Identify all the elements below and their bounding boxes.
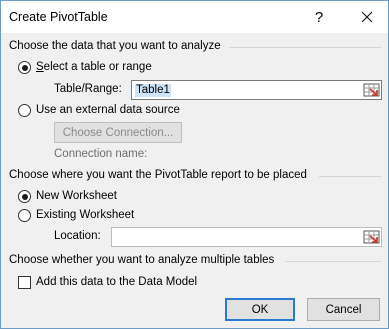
choose-connection-button: Choose Connection... — [54, 122, 182, 143]
location-label: Location: — [54, 230, 101, 242]
table-range-value: Table1 — [135, 84, 171, 97]
range-selector-icon[interactable] — [363, 82, 380, 98]
new-worksheet-radio[interactable] — [18, 190, 31, 203]
select-table-label-text: elect a table or range — [43, 61, 152, 73]
placement-section-heading: Choose where you want the PivotTable rep… — [9, 169, 307, 181]
placement-section-divider — [319, 176, 381, 177]
help-button[interactable]: ? — [301, 3, 337, 31]
source-section-heading: Choose the data that you want to analyze — [9, 40, 221, 52]
table-range-input[interactable]: Table1 — [131, 80, 382, 100]
connection-name-label: Connection name: — [54, 148, 148, 160]
dialog-title: Create PivotTable — [9, 10, 108, 24]
data-model-checkbox[interactable] — [18, 276, 31, 289]
source-section-divider — [229, 47, 381, 48]
data-model-label[interactable]: Add this data to the Data Model — [36, 276, 197, 288]
existing-worksheet-radio[interactable] — [18, 209, 31, 222]
existing-worksheet-label[interactable]: Existing Worksheet — [36, 209, 134, 221]
close-button[interactable] — [347, 3, 387, 31]
select-table-radio[interactable] — [18, 61, 31, 74]
select-table-label[interactable]: Select a table or range — [36, 61, 152, 73]
external-source-radio[interactable] — [18, 104, 31, 117]
close-icon — [361, 11, 373, 23]
create-pivottable-dialog: Create PivotTable ? Choose the data that… — [0, 0, 389, 329]
location-range-selector-icon[interactable] — [363, 229, 380, 245]
cancel-button[interactable]: Cancel — [307, 298, 380, 321]
multiple-section-divider — [285, 261, 381, 262]
title-bar: Create PivotTable ? — [1, 1, 388, 33]
location-input[interactable] — [111, 227, 382, 247]
ok-button[interactable]: OK — [225, 298, 295, 321]
table-range-label: Table/Range: — [54, 83, 122, 95]
help-icon: ? — [314, 8, 324, 26]
multiple-section-heading: Choose whether you want to analyze multi… — [9, 254, 275, 266]
new-worksheet-label[interactable]: New Worksheet — [36, 190, 117, 202]
external-source-label[interactable]: Use an external data source — [36, 104, 180, 116]
